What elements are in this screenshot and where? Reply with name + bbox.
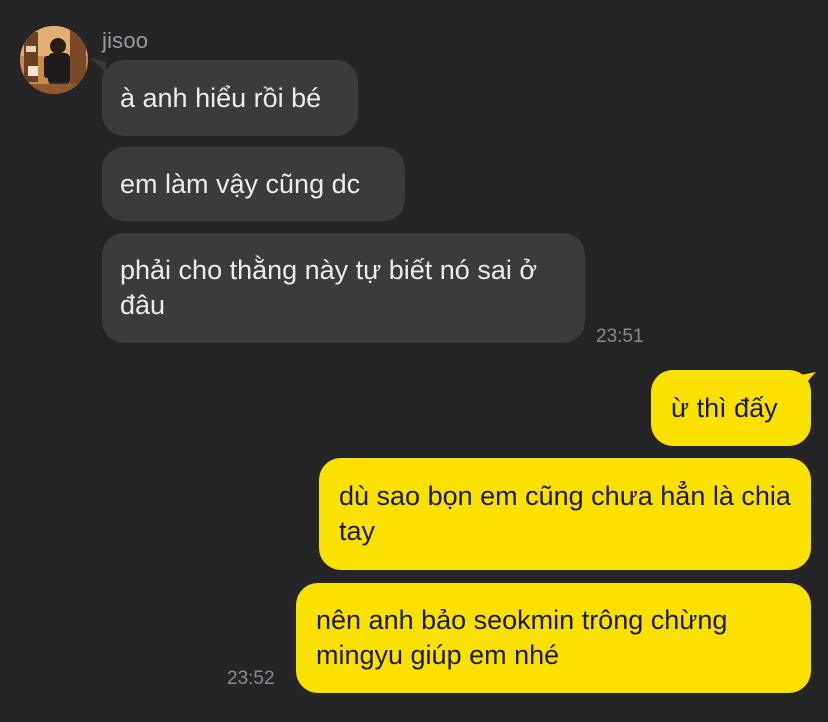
contact-avatar[interactable] <box>20 26 88 94</box>
message-text: nên anh bảo seokmin trông chừng mingyu g… <box>316 605 728 670</box>
chat-screen: jisoo à anh hiểu rồi bé em làm vậy cũng … <box>0 0 828 722</box>
incoming-message[interactable]: à anh hiểu rồi bé <box>102 60 358 136</box>
message-timestamp: 23:51 <box>596 326 644 347</box>
incoming-message[interactable]: em làm vậy cũng dc <box>102 147 405 221</box>
message-text: à anh hiểu rồi bé <box>120 82 322 113</box>
message-text: phải cho thằng này tự biết nó sai ở đâu <box>120 255 538 320</box>
outgoing-message[interactable]: dù sao bọn em cũng chưa hẳn là chia tay <box>319 458 811 570</box>
message-text: em làm vậy cũng dc <box>120 168 361 199</box>
message-text: ừ thì đấy <box>671 392 778 423</box>
outgoing-message[interactable]: nên anh bảo seokmin trông chừng mingyu g… <box>296 583 811 693</box>
incoming-message[interactable]: phải cho thằng này tự biết nó sai ở đâu <box>102 233 585 343</box>
outgoing-message[interactable]: ừ thì đấy <box>651 370 811 446</box>
avatar-photo <box>20 26 88 94</box>
message-timestamp: 23:52 <box>227 668 275 689</box>
contact-name: jisoo <box>102 28 149 53</box>
message-text: dù sao bọn em cũng chưa hẳn là chia tay <box>339 481 791 546</box>
